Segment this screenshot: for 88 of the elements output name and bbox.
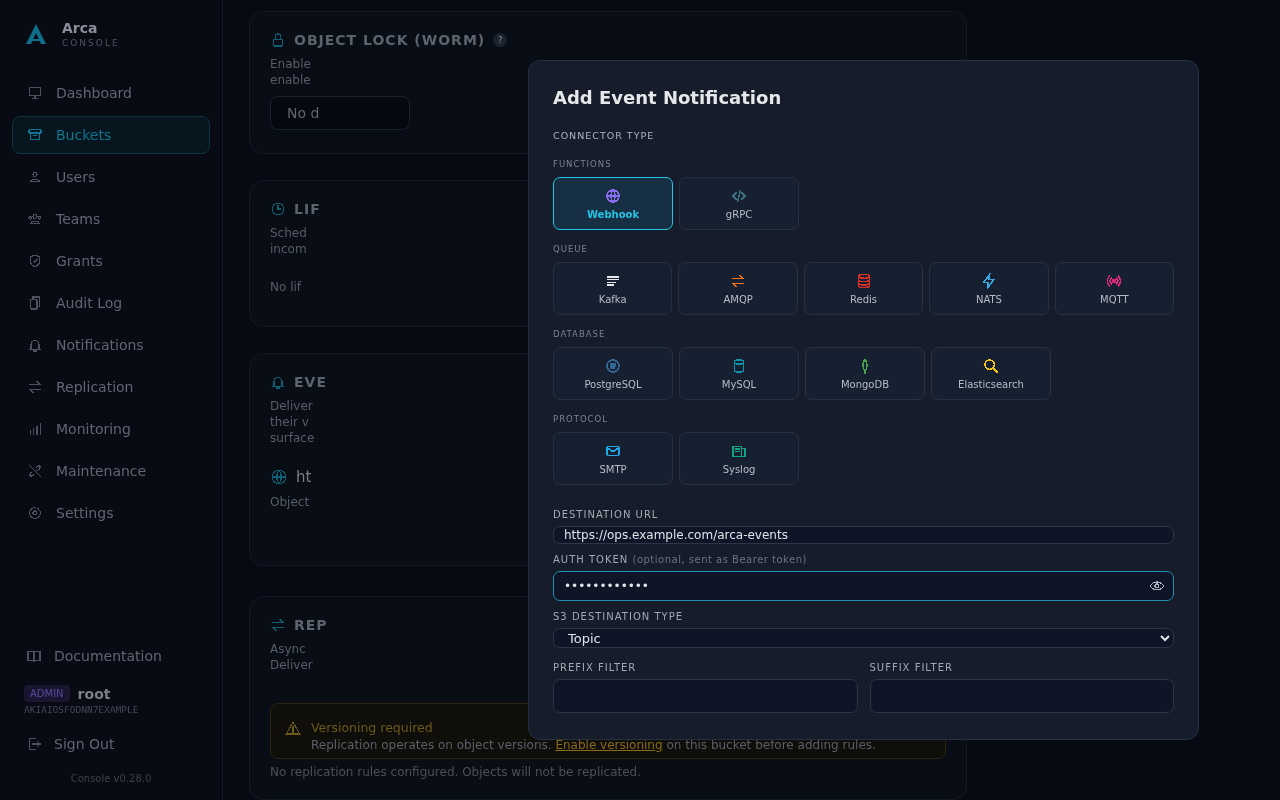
empty-text: No lif (270, 278, 302, 295)
section-label: CONNECTOR TYPE (553, 130, 656, 141)
nav-item[interactable]: Maintenance (12, 452, 210, 490)
nav-item[interactable]: Monitoring (12, 410, 210, 448)
role-badge: ADMIN (24, 685, 70, 702)
archive-box-icon (27, 127, 43, 143)
group-label: PROTOCOL (553, 414, 609, 424)
nav-item[interactable]: Replication (12, 368, 210, 406)
target-url: ht (296, 467, 312, 486)
logo-icon (24, 22, 48, 46)
connector-option[interactable]: Webhook (553, 177, 673, 230)
nav-item[interactable]: Settings (12, 494, 210, 532)
help-icon[interactable]: ? (493, 33, 508, 47)
field-label: AUTH TOKEN (553, 554, 629, 566)
connector-option[interactable]: NATS (929, 262, 1049, 315)
lock-icon (270, 32, 286, 48)
warning-title: Versioning required (311, 720, 434, 735)
event-list: Object (270, 493, 310, 510)
nav-item[interactable]: Audit Log (12, 284, 210, 322)
input-field[interactable]: https://ops.example.com/arca-events (553, 526, 1174, 545)
card-title: OBJECT LOCK (WORM) (294, 32, 486, 48)
description-text: incom (270, 240, 307, 257)
sign-out-icon (26, 736, 42, 752)
book-icon (26, 648, 42, 664)
empty-text: No replication rules configured. Objects will not be replicated. (270, 765, 643, 779)
input-field[interactable]: •••••••••••• (553, 571, 1174, 602)
connector-option[interactable]: Syslog (679, 432, 799, 485)
documentation-link[interactable]: Documentation (12, 641, 210, 671)
connector-option[interactable]: MongoDB (805, 347, 925, 400)
card-title: REP (294, 617, 328, 633)
connector-option[interactable]: AMQP (678, 262, 798, 315)
clock-icon (270, 200, 286, 217)
brand-name: Arca (62, 20, 99, 36)
group-label: FUNCTIONS (553, 159, 613, 169)
group-label: QUEUE (553, 244, 589, 254)
connector-option[interactable]: gRPC (679, 177, 799, 230)
bar-chart-icon (27, 421, 43, 437)
settings-icon (27, 505, 43, 521)
bell-icon (27, 337, 43, 353)
field-label: S3 DESTINATION TYPE (553, 611, 684, 623)
globe-icon (270, 467, 288, 486)
warning-text: Replication operates on object versions. Enable versioning on this bucket before adding rules. (311, 738, 876, 752)
description-text: Async (270, 641, 306, 657)
connector-option[interactable]: PostgreSQL (553, 347, 673, 400)
sign-out-link[interactable]: Sign Out (12, 729, 210, 759)
group-label: DATABASE (553, 329, 607, 339)
group-icon (27, 211, 43, 227)
input-field[interactable] (869, 679, 1174, 713)
description-text: Enable (270, 56, 311, 72)
connector-option[interactable]: MySQL (679, 347, 799, 400)
monitor-icon (27, 85, 43, 101)
dropdown[interactable]: Topic (553, 628, 1174, 648)
connector-option[interactable]: Elasticsearch (931, 347, 1051, 400)
connector-option[interactable]: SMTP (553, 432, 673, 485)
documents-icon (27, 295, 43, 311)
description-text: Sched (270, 224, 307, 241)
card-title: LIF (294, 200, 321, 217)
nav-item[interactable]: Dashboard (12, 74, 210, 112)
nav-item[interactable]: Buckets (12, 116, 210, 154)
shield-check-icon (27, 253, 43, 269)
enable-versioning-link[interactable]: Enable versioning (555, 738, 663, 752)
hint-text: (optional, sent as Bearer token) (632, 554, 807, 566)
connector-option[interactable]: Redis (803, 262, 924, 315)
connector-option[interactable]: Kafka (553, 262, 673, 315)
description-text: Deliver (270, 657, 313, 673)
field-label: SUFFIX FILTER (869, 662, 954, 673)
nav-item[interactable]: Teams (12, 200, 210, 238)
nav-item[interactable]: Notifications (12, 326, 210, 364)
description-text: enable (270, 72, 311, 88)
brand-subtitle: CONSOLE (62, 38, 120, 48)
connector-option[interactable]: MQTT (1054, 262, 1175, 315)
description-text: surface (270, 429, 315, 446)
swap-arrows-icon (270, 617, 286, 633)
dialog-title: Add Event Notification (553, 87, 783, 108)
nav-item[interactable]: Grants (12, 242, 210, 280)
user-name: root (77, 685, 111, 702)
card-title: EVE (294, 373, 327, 390)
description-text: their v (270, 413, 309, 430)
user-icon (27, 169, 43, 185)
field-label: PREFIX FILTER (553, 662, 638, 673)
field-label: DESTINATION URL (553, 509, 660, 520)
nav-item[interactable]: Users (12, 158, 210, 196)
description-text: Deliver (270, 397, 313, 414)
access-key: AKIAIOSFODNN7EXAMPLE (12, 704, 210, 729)
dropdown[interactable]: No d (270, 96, 410, 130)
warning-icon (285, 720, 301, 736)
swap-arrows-icon (27, 379, 43, 395)
input-field[interactable] (553, 679, 858, 713)
